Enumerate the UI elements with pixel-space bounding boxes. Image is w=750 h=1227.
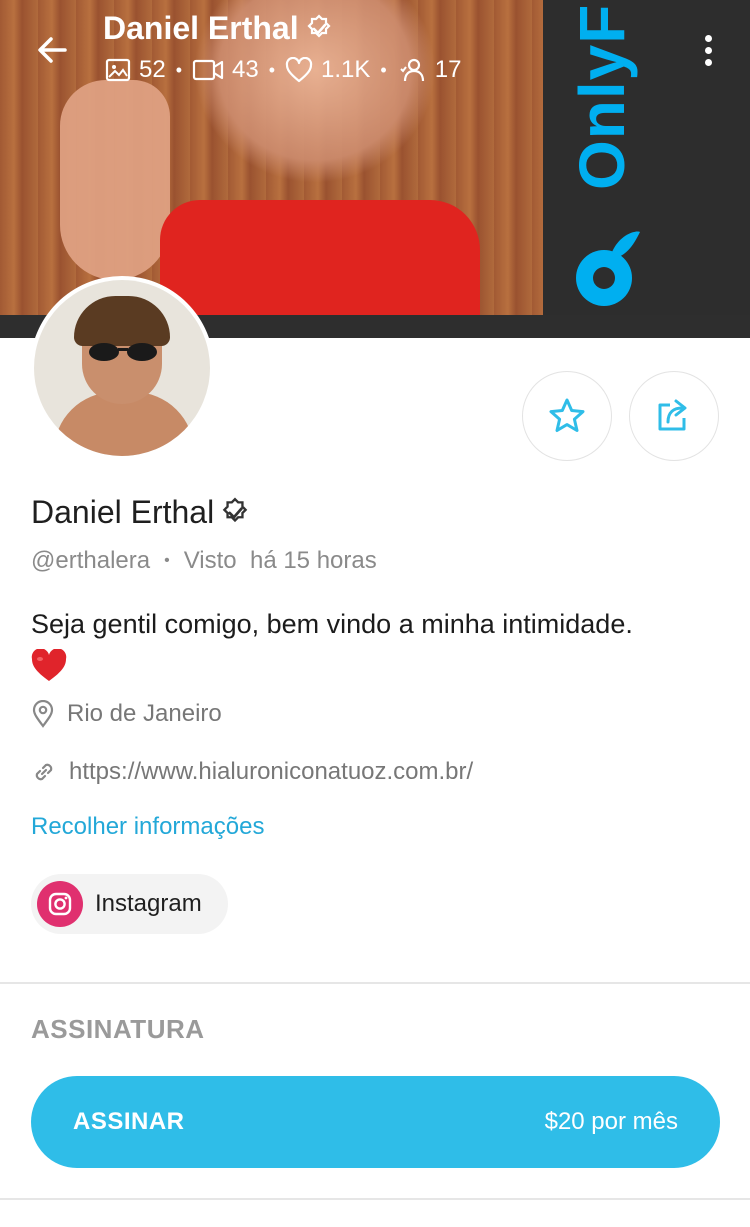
profile-bio: Seja gentil comigo, bem vindo a minha in… xyxy=(31,605,731,683)
divider xyxy=(0,982,750,984)
profile-handle: @erthalera xyxy=(31,547,151,574)
subscription-price: $20 por mês xyxy=(544,1108,678,1135)
brand-logo-icon xyxy=(576,231,640,306)
profile-name: Daniel Erthal xyxy=(31,494,215,530)
header-name: Daniel Erthal xyxy=(103,10,299,46)
verified-badge-icon xyxy=(222,497,248,522)
stream-count: 17 xyxy=(397,56,461,84)
verified-badge-icon xyxy=(307,13,331,38)
subscribe-button[interactable]: ASSINAR $20 por mês xyxy=(31,1076,720,1168)
red-heart-emoji-icon xyxy=(31,649,67,681)
video-icon xyxy=(192,59,224,81)
last-seen: Visto há 15 horas xyxy=(183,547,377,574)
stream-icon xyxy=(400,58,424,82)
collapse-info-link[interactable]: Recolher informações xyxy=(31,813,264,841)
location-row: Rio de Janeiro xyxy=(31,700,222,728)
photo-count: 52 xyxy=(105,56,166,84)
location-text: Rio de Janeiro xyxy=(67,700,222,727)
like-count: 1.1K xyxy=(285,56,370,84)
profile-name-row: Daniel Erthal xyxy=(31,494,252,531)
instagram-label: Instagram xyxy=(95,890,202,917)
star-icon xyxy=(549,398,585,432)
share-icon xyxy=(658,399,687,431)
arrow-left-icon xyxy=(38,37,67,63)
cover-swim-trunks xyxy=(160,200,480,315)
subscription-section-title: ASSINATURA xyxy=(31,1014,205,1044)
subscribe-label: ASSINAR xyxy=(73,1108,185,1135)
top-bar: Daniel Erthal 52 • 43 • 1.1K • 17 xyxy=(0,0,750,100)
more-vertical-icon xyxy=(704,34,712,42)
more-options-button[interactable] xyxy=(696,30,720,70)
header-stats: 52 • 43 • 1.1K • 17 xyxy=(105,56,461,84)
website-link[interactable]: https://www.hialuroniconatuoz.com.br/ xyxy=(69,758,473,786)
share-button[interactable] xyxy=(629,371,719,461)
favorite-button[interactable] xyxy=(522,371,612,461)
website-row[interactable]: https://www.hialuroniconatuoz.com.br/ xyxy=(31,758,473,786)
heart-icon xyxy=(285,57,313,83)
map-pin-icon xyxy=(32,700,54,728)
video-count: 43 xyxy=(192,56,259,84)
avatar[interactable] xyxy=(30,276,214,460)
back-button[interactable] xyxy=(30,28,74,72)
sunglasses xyxy=(89,343,157,361)
divider xyxy=(0,1198,750,1200)
handle-row: @erthalera • Visto há 15 horas xyxy=(31,547,377,574)
image-icon xyxy=(105,58,131,82)
instagram-chip[interactable]: Instagram xyxy=(31,874,228,934)
cover-hand xyxy=(60,80,170,280)
link-icon xyxy=(35,763,53,781)
header-title: Daniel Erthal xyxy=(103,10,335,47)
instagram-icon xyxy=(37,881,83,927)
